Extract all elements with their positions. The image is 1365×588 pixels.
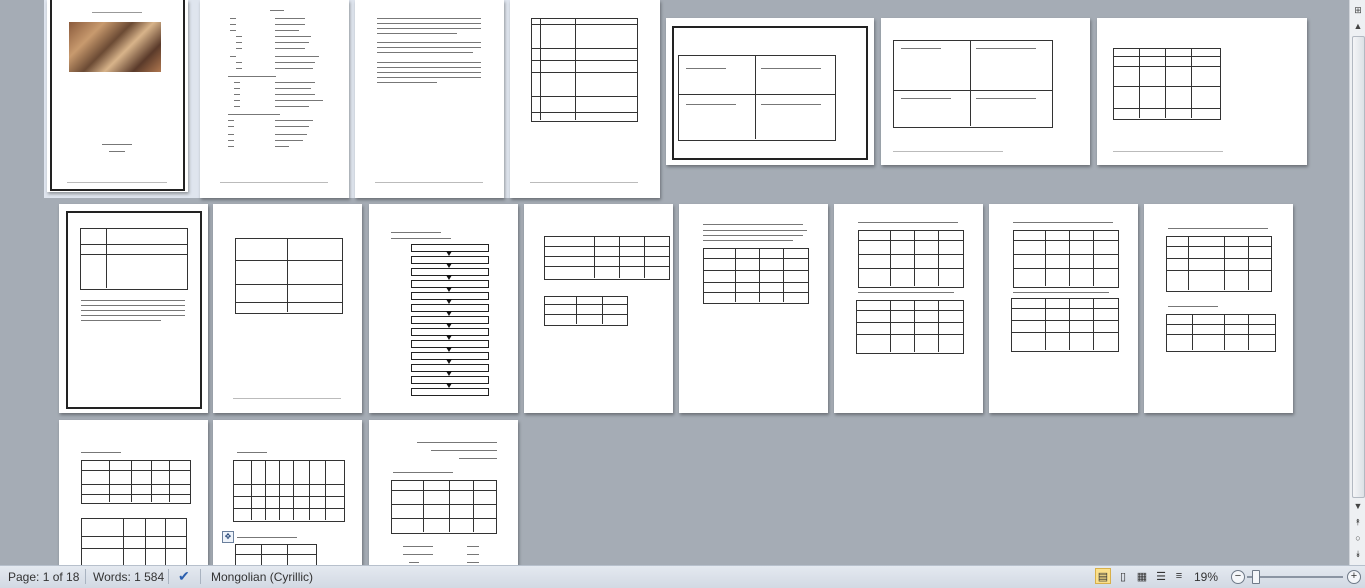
page-thumbnail-2[interactable] bbox=[200, 0, 349, 198]
next-page-button[interactable]: ⯯ bbox=[1350, 546, 1365, 562]
page-thumbnail-1[interactable] bbox=[47, 0, 188, 192]
document-canvas[interactable]: ✥ bbox=[0, 0, 1349, 565]
print-layout-icon[interactable]: ▤ bbox=[1095, 568, 1111, 584]
page-thumbnail-13[interactable] bbox=[834, 204, 983, 413]
outline-icon[interactable]: ☰ bbox=[1153, 568, 1169, 584]
page-thumbnail-17[interactable]: ✥ bbox=[213, 420, 362, 565]
page-thumbnail-3[interactable] bbox=[355, 0, 504, 198]
page-thumbnail-18[interactable] bbox=[369, 420, 518, 565]
move-table-handle-icon[interactable]: ✥ bbox=[222, 531, 234, 543]
page-thumbnail-9[interactable] bbox=[213, 204, 362, 413]
page-indicator[interactable]: Page: 1 of 18 bbox=[8, 570, 79, 584]
draft-icon[interactable]: ≡ bbox=[1171, 568, 1187, 584]
page-thumbnail-15[interactable] bbox=[1144, 204, 1293, 413]
status-bar: Page: 1 of 18 Words: 1 584 ✔ Mongolian (… bbox=[0, 565, 1365, 588]
page-thumbnail-8[interactable] bbox=[59, 204, 208, 413]
zoom-slider[interactable] bbox=[1247, 576, 1343, 578]
zoom-slider-knob[interactable] bbox=[1252, 570, 1260, 584]
page-thumbnail-4[interactable] bbox=[510, 0, 660, 198]
page-thumbnail-12[interactable] bbox=[679, 204, 828, 413]
page-thumbnail-16[interactable] bbox=[59, 420, 208, 565]
page-thumbnail-11[interactable] bbox=[524, 204, 673, 413]
page-thumbnail-10[interactable] bbox=[369, 204, 518, 413]
page-thumbnail-7[interactable] bbox=[1097, 18, 1307, 165]
vertical-scrollbar[interactable]: ⊞ ▲ ▼ ⯭ ○ ⯯ bbox=[1349, 0, 1365, 565]
scroll-up-button[interactable]: ▲ bbox=[1350, 18, 1365, 34]
previous-page-button[interactable]: ⯭ bbox=[1350, 514, 1365, 530]
select-browse-object-icon[interactable]: ○ bbox=[1350, 530, 1365, 546]
page-thumbnail-5[interactable] bbox=[666, 18, 874, 165]
word-count[interactable]: Words: 1 584 bbox=[93, 570, 164, 584]
scrollbar-thumb[interactable] bbox=[1352, 36, 1365, 498]
zoom-out-button[interactable]: − bbox=[1231, 570, 1245, 584]
zoom-level[interactable]: 19% bbox=[1194, 570, 1218, 584]
language-indicator[interactable]: Mongolian (Cyrillic) bbox=[211, 570, 313, 584]
proofing-icon[interactable]: ✔ bbox=[178, 568, 190, 585]
web-layout-icon[interactable]: ▦ bbox=[1134, 568, 1150, 584]
ruler-toggle-icon[interactable]: ⊞ bbox=[1350, 2, 1365, 18]
scroll-down-button[interactable]: ▼ bbox=[1350, 498, 1365, 514]
zoom-in-button[interactable]: + bbox=[1347, 570, 1361, 584]
page-thumbnail-14[interactable] bbox=[989, 204, 1138, 413]
full-screen-reading-icon[interactable]: ▯ bbox=[1115, 568, 1131, 584]
cover-photo bbox=[69, 22, 161, 72]
page-thumbnail-6[interactable] bbox=[881, 18, 1090, 165]
